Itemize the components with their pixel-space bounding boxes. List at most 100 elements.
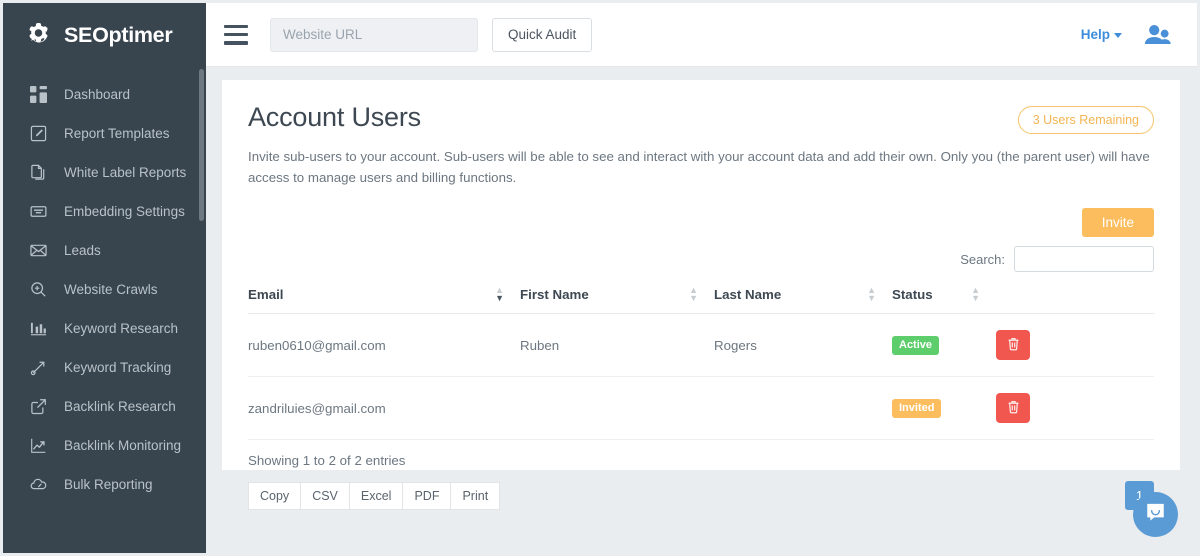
sidebar-item-keyword-research[interactable]: Keyword Research (3, 309, 206, 348)
search-plus-icon (29, 281, 47, 299)
export-csv-button[interactable]: CSV (300, 482, 349, 510)
sidebar-item-label: Keyword Research (64, 321, 178, 336)
column-label: Email (248, 287, 283, 302)
table-footer: Showing 1 to 2 of 2 entries Copy CSV Exc… (248, 453, 1154, 510)
export-buttons: Copy CSV Excel PDF Print (248, 482, 500, 510)
website-url-input[interactable] (270, 18, 478, 52)
column-label: Status (892, 287, 933, 302)
column-header-email[interactable]: Email ▲▼ (248, 286, 520, 314)
trend-line-icon (29, 359, 47, 377)
sidebar-item-label: Leads (64, 243, 101, 258)
sidebar-item-keyword-tracking[interactable]: Keyword Tracking (3, 348, 206, 387)
embed-window-icon (29, 203, 47, 221)
app-window: SEOptimer Dashboard (0, 0, 1200, 556)
column-header-actions (996, 286, 1154, 314)
cell-first-name: Ruben (520, 314, 714, 377)
top-bar: Quick Audit Help (206, 3, 1197, 67)
bar-chart-icon (29, 320, 47, 338)
chat-launcher-button[interactable] (1133, 492, 1178, 537)
column-label: Last Name (714, 287, 781, 302)
sidebar-item-label: Bulk Reporting (64, 477, 153, 492)
cell-actions (996, 314, 1154, 377)
users-table-head: Email ▲▼ First Name ▲▼ L (248, 286, 1154, 314)
grid-icon (29, 86, 47, 104)
cell-first-name (520, 377, 714, 440)
help-label: Help (1081, 27, 1110, 42)
chevron-down-icon (1114, 33, 1122, 38)
sidebar-item-label: Dashboard (64, 87, 130, 102)
cell-email: zandriluies@gmail.com (248, 377, 520, 440)
sidebar-item-label: Embedding Settings (64, 204, 185, 219)
showing-entries-text: Showing 1 to 2 of 2 entries (248, 453, 500, 468)
table-header-row: Email ▲▼ First Name ▲▼ L (248, 286, 1154, 314)
invite-row: Invite (248, 208, 1154, 237)
users-remaining-badge[interactable]: 3 Users Remaining (1018, 106, 1154, 134)
users-table-body: ruben0610@gmail.com Ruben Rogers Active (248, 314, 1154, 440)
copy-pages-icon (29, 164, 47, 182)
card-header: Account Users 3 Users Remaining (248, 96, 1154, 134)
page-title: Account Users (248, 102, 421, 133)
search-label: Search: (960, 252, 1005, 267)
cloud-gauge-icon (29, 476, 47, 494)
delete-user-button[interactable] (996, 393, 1030, 423)
sidebar-item-backlink-monitoring[interactable]: Backlink Monitoring (3, 426, 206, 465)
search-input[interactable] (1014, 246, 1154, 272)
sidebar-scrollbar[interactable] (199, 69, 204, 221)
cell-last-name: Rogers (714, 314, 892, 377)
sidebar-item-white-label-reports[interactable]: White Label Reports (3, 153, 206, 192)
invite-button[interactable]: Invite (1082, 208, 1154, 237)
quick-audit-button[interactable]: Quick Audit (492, 18, 592, 52)
users-icon[interactable] (1144, 24, 1171, 45)
envelope-icon (29, 242, 47, 260)
sidebar-item-label: Report Templates (64, 126, 170, 141)
export-print-button[interactable]: Print (450, 482, 500, 510)
trash-icon (1007, 400, 1020, 417)
sidebar-item-backlink-research[interactable]: Backlink Research (3, 387, 206, 426)
sidebar: SEOptimer Dashboard (3, 3, 206, 553)
sort-icon-email[interactable]: ▲▼ (495, 286, 504, 302)
top-bar-right: Help (1081, 24, 1197, 45)
sidebar-nav: Dashboard Report Templates (3, 67, 206, 504)
export-pdf-button[interactable]: PDF (402, 482, 450, 510)
table-footer-left: Showing 1 to 2 of 2 entries Copy CSV Exc… (248, 453, 500, 510)
help-menu[interactable]: Help (1081, 27, 1122, 42)
main-content: Account Users 3 Users Remaining Invite s… (206, 67, 1197, 553)
sidebar-item-embedding-settings[interactable]: Embedding Settings (3, 192, 206, 231)
export-excel-button[interactable]: Excel (349, 482, 403, 510)
sidebar-item-dashboard[interactable]: Dashboard (3, 75, 206, 114)
sidebar-item-label: White Label Reports (64, 165, 186, 180)
column-header-last-name[interactable]: Last Name ▲▼ (714, 286, 892, 314)
seoptimer-gear-icon (25, 20, 55, 50)
sort-icon-status[interactable]: ▲▼ (971, 286, 980, 302)
column-header-first-name[interactable]: First Name ▲▼ (520, 286, 714, 314)
sidebar-item-label: Backlink Research (64, 399, 176, 414)
table-row: ruben0610@gmail.com Ruben Rogers Active (248, 314, 1154, 377)
chat-bubble-icon (1144, 501, 1167, 529)
column-header-status[interactable]: Status ▲▼ (892, 286, 996, 314)
page-description: Invite sub-users to your account. Sub-us… (248, 146, 1153, 188)
line-chart-icon (29, 437, 47, 455)
cell-status: Active (892, 314, 996, 377)
sidebar-item-report-templates[interactable]: Report Templates (3, 114, 206, 153)
cell-email: ruben0610@gmail.com (248, 314, 520, 377)
search-row: Search: (248, 246, 1154, 272)
sort-icon-last-name[interactable]: ▲▼ (867, 286, 876, 302)
external-link-icon (29, 398, 47, 416)
brand-name: SEOptimer (64, 23, 172, 48)
sidebar-item-leads[interactable]: Leads (3, 231, 206, 270)
export-copy-button[interactable]: Copy (248, 482, 300, 510)
brand-logo[interactable]: SEOptimer (3, 3, 206, 67)
delete-user-button[interactable] (996, 330, 1030, 360)
account-users-card: Account Users 3 Users Remaining Invite s… (222, 80, 1180, 470)
sidebar-item-website-crawls[interactable]: Website Crawls (3, 270, 206, 309)
trash-icon (1007, 337, 1020, 354)
status-badge: Invited (892, 399, 941, 418)
cell-last-name (714, 377, 892, 440)
sidebar-item-label: Website Crawls (64, 282, 158, 297)
hamburger-icon[interactable] (224, 25, 248, 45)
column-label: First Name (520, 287, 589, 302)
sidebar-item-bulk-reporting[interactable]: Bulk Reporting (3, 465, 206, 504)
sidebar-item-label: Keyword Tracking (64, 360, 171, 375)
users-table: Email ▲▼ First Name ▲▼ L (248, 286, 1154, 440)
sort-icon-first-name[interactable]: ▲▼ (689, 286, 698, 302)
